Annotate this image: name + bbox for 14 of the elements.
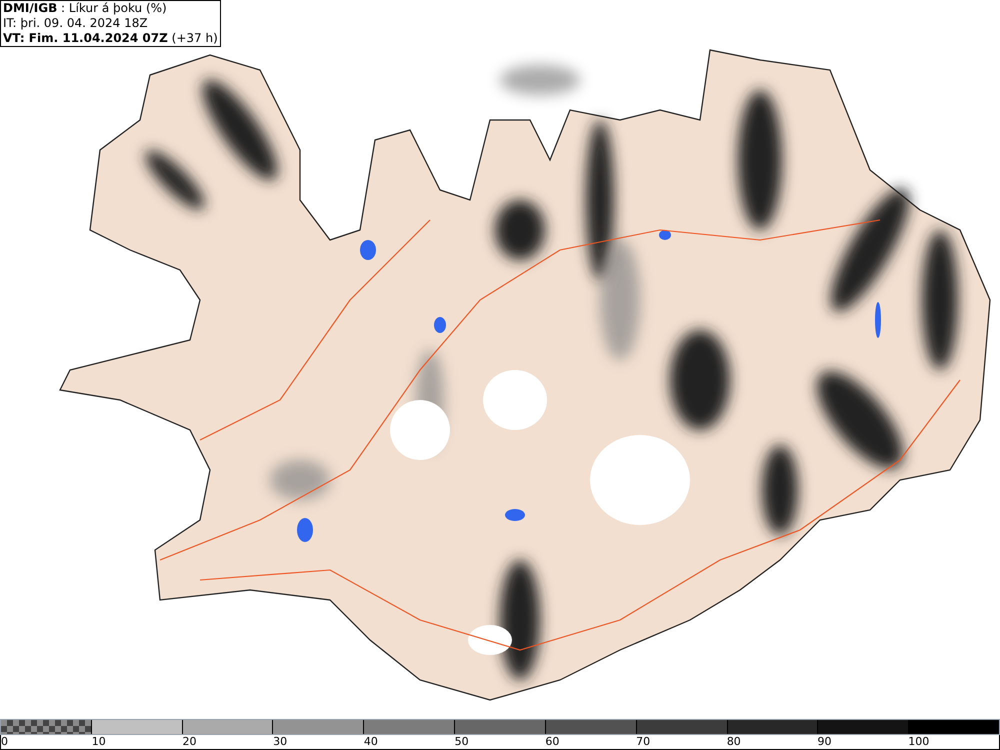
tick-label: 60: [545, 735, 560, 749]
tick-label: 10: [92, 735, 106, 749]
tick-label: 20: [182, 735, 196, 749]
valid-time: VT: Fim. 11.04.2024 07Z (+37 h): [3, 31, 218, 46]
tick-label: 70: [636, 735, 650, 749]
tick-label: 80: [726, 735, 741, 749]
tick-label: 30: [273, 735, 288, 749]
tick-label: 90: [818, 735, 832, 749]
map-title: DMI/IGB : Líkur á þoku (%): [3, 1, 168, 16]
tick-label: 40: [364, 735, 378, 749]
tick-label: 50: [454, 735, 469, 749]
tick-label: 100: [908, 735, 930, 749]
issue-time: IT: þri. 09. 04. 2024 18Z: [3, 16, 149, 31]
tick-label: 0: [1, 735, 8, 749]
